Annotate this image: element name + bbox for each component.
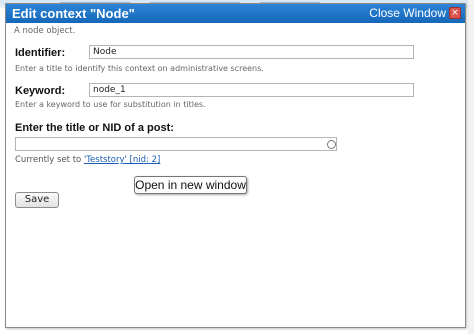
open-in-new-window-tooltip: Open in new window [134, 176, 247, 194]
current-post-prefix: Currently set to [15, 155, 84, 165]
keyword-help: Enter a keyword to use for substitution … [15, 100, 206, 109]
identifier-label: Identifier: [15, 47, 66, 59]
edit-context-dialog: Edit context "Node" Close Window × A nod… [5, 3, 466, 328]
close-icon[interactable]: × [449, 7, 461, 19]
close-window-label[interactable]: Close Window [369, 6, 446, 20]
dialog-title: Edit context "Node" [12, 6, 135, 21]
close-window-button[interactable]: Close Window × [369, 6, 461, 20]
dialog-titlebar: Edit context "Node" Close Window × [6, 4, 465, 23]
identifier-help: Enter a title to identify this context o… [15, 64, 264, 73]
background-page-edge [468, 0, 474, 334]
identifier-input[interactable]: Node [89, 45, 414, 59]
dialog-description: A node object. [14, 26, 76, 36]
keyword-input[interactable]: node_1 [89, 83, 414, 97]
save-button[interactable]: Save [15, 192, 59, 208]
post-label: Enter the title or NID of a post: [15, 122, 174, 134]
keyword-label: Keyword: [15, 85, 66, 97]
autocomplete-throbber-icon [327, 140, 336, 149]
current-post-link[interactable]: 'Teststory' [nid: 2] [84, 155, 160, 165]
current-post-text: Currently set to 'Teststory' [nid: 2] [15, 155, 160, 165]
post-autocomplete-input[interactable] [15, 137, 337, 151]
